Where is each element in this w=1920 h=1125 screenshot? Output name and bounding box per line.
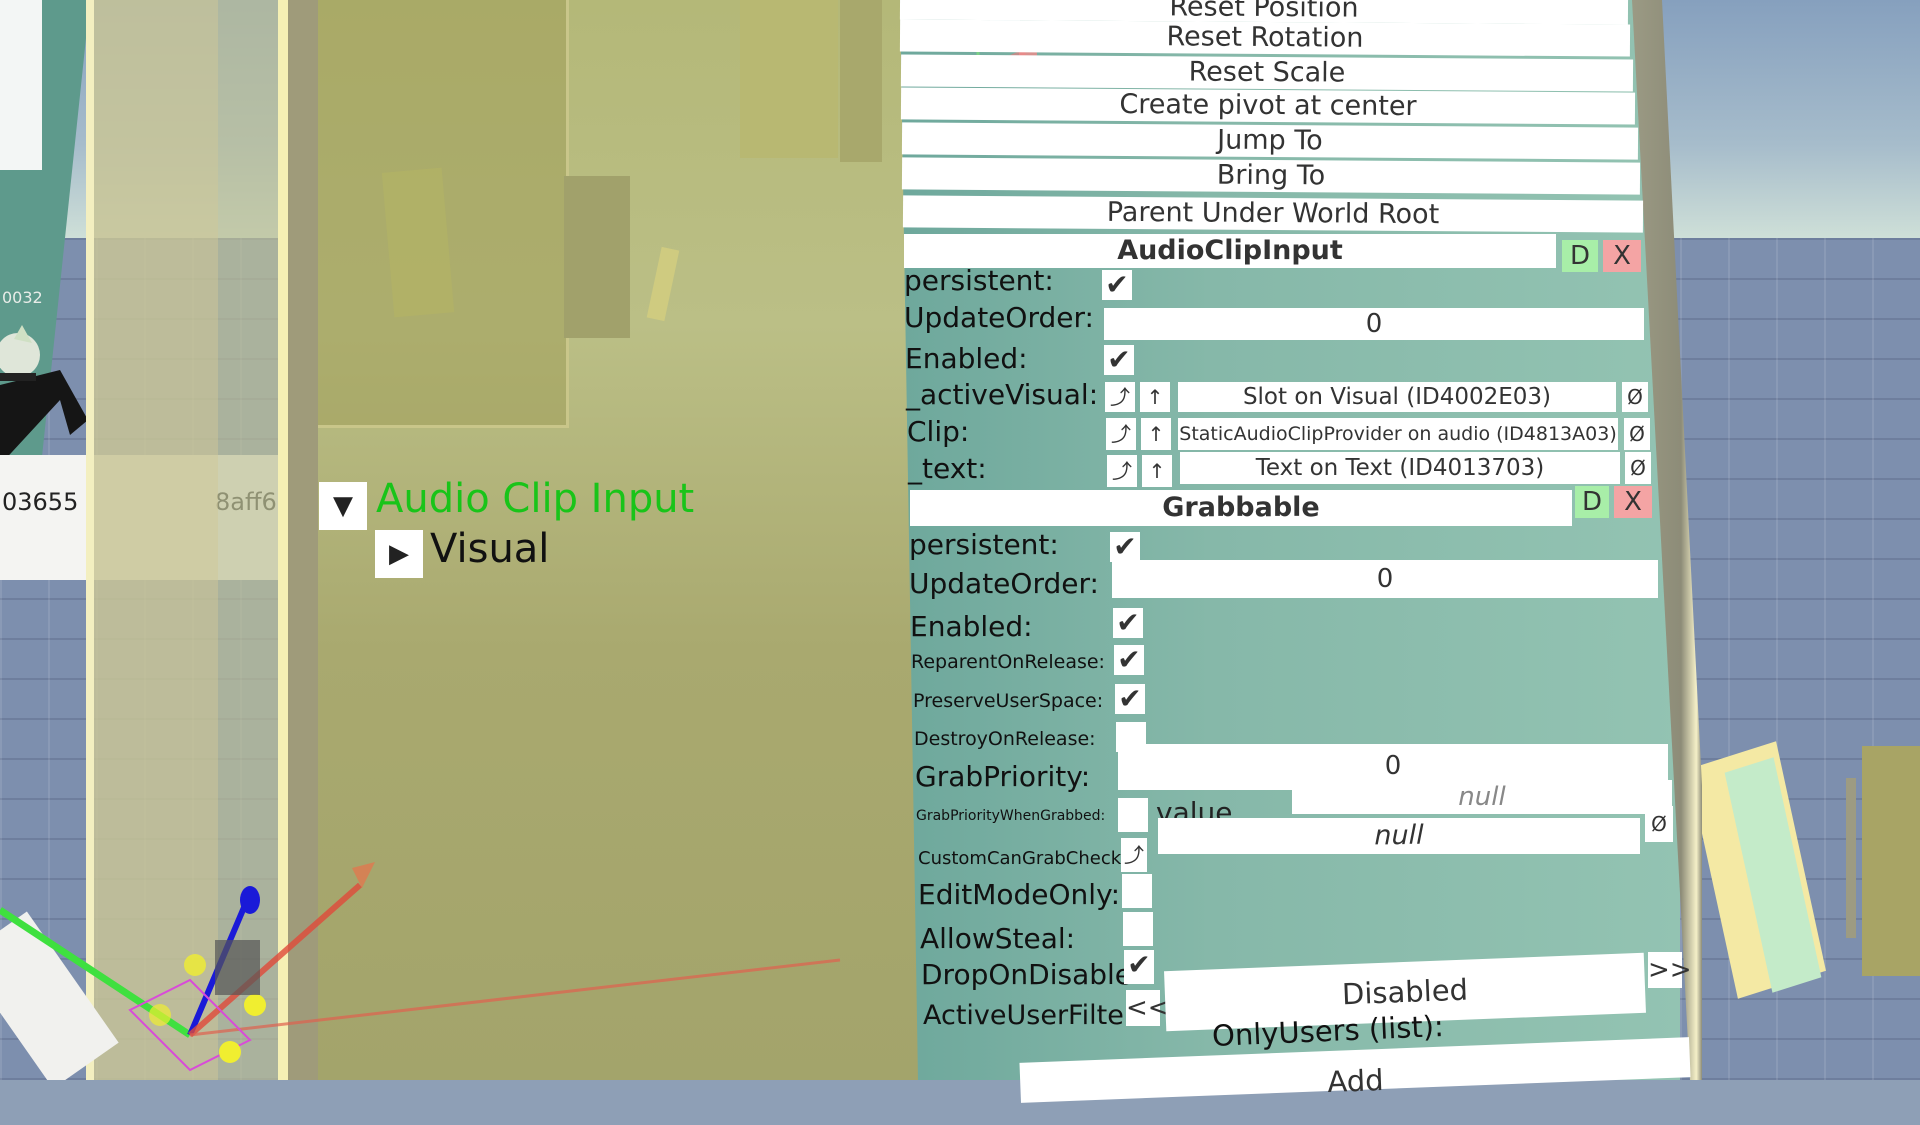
- bring-to-button[interactable]: Bring To: [901, 157, 1641, 195]
- editmodeonly-checkbox[interactable]: [1122, 874, 1152, 908]
- allowsteal-checkbox[interactable]: [1123, 912, 1153, 946]
- remove-component-button[interactable]: X: [1603, 240, 1641, 272]
- create-pivot-at-center-button[interactable]: Create pivot at center: [900, 87, 1636, 125]
- select-reference-button[interactable]: ↑: [1142, 455, 1172, 487]
- persistent-checkbox[interactable]: ✔: [1110, 532, 1140, 562]
- caret-down-icon: ▼: [333, 491, 353, 521]
- text-reference-field[interactable]: Text on Text (ID4013703): [1180, 452, 1620, 484]
- jump-to-reference-button[interactable]: ⤴: [1121, 838, 1147, 872]
- persistent-checkbox[interactable]: ✔: [1102, 270, 1132, 300]
- up-arrow-icon: ↑: [1146, 385, 1164, 409]
- component-header-audioclipinput: AudioClipInput: [904, 234, 1556, 268]
- clip-reference-field[interactable]: StaticAudioClipProvider on audio (ID4813…: [1178, 418, 1618, 450]
- field-label-enabled: Enabled:: [910, 610, 1033, 643]
- field-label-reparentonrelease: ReparentOnRelease:: [911, 651, 1105, 673]
- jump-to-reference-button[interactable]: ⤴: [1105, 382, 1135, 412]
- background-object: [840, 0, 882, 162]
- parent-under-world-root-button[interactable]: Parent Under World Root: [902, 195, 1644, 233]
- up-arrow-icon: ↑: [1147, 422, 1165, 446]
- clear-reference-button[interactable]: Ø: [1622, 382, 1648, 412]
- background-id-label: 0032: [2, 288, 43, 307]
- field-label-customcangrabcheck: CustomCanGrabCheck:: [918, 848, 1128, 869]
- reset-rotation-button[interactable]: Reset Rotation: [899, 19, 1631, 57]
- field-label-text: _text:: [908, 452, 987, 485]
- reparentonrelease-checkbox[interactable]: ✔: [1114, 645, 1144, 675]
- field-label-grabpriority: GrabPriority:: [915, 760, 1091, 793]
- preserveuserspace-checkbox[interactable]: ✔: [1115, 684, 1145, 714]
- null-icon: Ø: [1651, 812, 1667, 836]
- hierarchy-expand-toggle[interactable]: ▶: [375, 530, 423, 578]
- background-panel-header: [0, 0, 42, 170]
- jump-arrow-icon: ⤴: [1124, 843, 1144, 867]
- field-label-clip: Clip:: [907, 415, 970, 448]
- distant-panel: [1862, 746, 1920, 976]
- updateorder-input[interactable]: 0: [1112, 560, 1658, 598]
- field-label-updateorder: UpdateOrder:: [904, 301, 1094, 334]
- jump-arrow-icon: ⤴: [1112, 459, 1132, 483]
- jump-arrow-icon: ⤴: [1111, 422, 1131, 446]
- field-label-grabprioritywhengrabbed: GrabPriorityWhenGrabbed:: [916, 808, 1106, 824]
- select-reference-button[interactable]: ↑: [1141, 418, 1171, 450]
- transform-gizmo: [0, 862, 841, 1080]
- checkmark-icon: ✔: [1107, 343, 1131, 376]
- checkmark-icon: ✔: [1117, 643, 1141, 676]
- background-object: [740, 0, 838, 158]
- field-label-activeuserfilter: ActiveUserFilter:: [923, 1000, 1144, 1031]
- grabprioritywhengrabbed-checkbox[interactable]: [1118, 798, 1148, 832]
- background-object: [564, 176, 630, 338]
- field-label-activevisual: _activeVisual:: [906, 378, 1099, 411]
- checkmark-icon: ✔: [1116, 606, 1140, 639]
- jump-to-reference-button[interactable]: ⤴: [1106, 418, 1136, 450]
- checkmark-icon: ✔: [1113, 530, 1137, 563]
- caret-right-icon: ▶: [389, 539, 409, 569]
- field-label-droponDisable: DropOnDisable:: [921, 958, 1142, 991]
- duplicate-component-button[interactable]: D: [1575, 486, 1609, 518]
- reset-scale-button[interactable]: Reset Scale: [900, 54, 1634, 92]
- checkmark-icon: ✔: [1118, 682, 1142, 715]
- updateorder-input[interactable]: 0: [1104, 308, 1644, 340]
- activevisual-reference-field[interactable]: Slot on Visual (ID4002E03): [1178, 382, 1616, 412]
- checkmark-icon: ✔: [1127, 948, 1151, 981]
- jump-to-reference-button[interactable]: ⤴: [1107, 455, 1137, 487]
- background-id-label: 03655: [2, 488, 79, 516]
- null-icon: Ø: [1627, 385, 1643, 409]
- null-icon: Ø: [1629, 422, 1645, 446]
- background-object: [381, 167, 455, 318]
- dropondisable-checkbox[interactable]: ✔: [1124, 950, 1154, 984]
- jump-to-button[interactable]: Jump To: [901, 122, 1639, 160]
- hierarchy-expand-toggle[interactable]: ▼: [319, 482, 367, 530]
- hierarchy-item-audio-clip-input[interactable]: Audio Clip Input: [376, 476, 694, 522]
- field-label-allowsteal: AllowSteal:: [920, 922, 1076, 955]
- hierarchy-item-visual[interactable]: Visual: [430, 526, 549, 572]
- enum-next-button[interactable]: >>: [1648, 952, 1692, 988]
- enum-previous-button[interactable]: <<: [1126, 990, 1170, 1026]
- field-label-persistent: persistent:: [909, 528, 1059, 561]
- field-label-destroyonrelease: DestroyOnRelease:: [914, 728, 1096, 750]
- enabled-checkbox[interactable]: ✔: [1104, 345, 1134, 375]
- field-label-editmodeonly: EditModeOnly:: [918, 878, 1121, 911]
- grabprioritywhengrabbed-value-input[interactable]: null: [1292, 780, 1672, 814]
- checkmark-icon: ✔: [1105, 268, 1129, 301]
- null-icon: Ø: [1630, 456, 1646, 480]
- jump-arrow-icon: ⤴: [1110, 385, 1130, 409]
- remove-component-button[interactable]: X: [1614, 486, 1652, 518]
- component-header-grabbable: Grabbable: [910, 490, 1572, 526]
- clear-reference-button[interactable]: Ø: [1625, 452, 1651, 484]
- distant-object: [1846, 778, 1856, 938]
- duplicate-component-button[interactable]: D: [1562, 240, 1598, 272]
- clear-reference-button[interactable]: Ø: [1645, 806, 1673, 842]
- field-label-persistent: persistent:: [904, 264, 1054, 297]
- field-label-enabled: Enabled:: [905, 342, 1028, 375]
- select-reference-button[interactable]: ↑: [1140, 382, 1170, 412]
- clear-reference-button[interactable]: Ø: [1624, 418, 1650, 450]
- up-arrow-icon: ↑: [1148, 459, 1166, 483]
- field-label-preserveuserspace: PreserveUserSpace:: [913, 690, 1104, 712]
- customcangrabcheck-delegate-field[interactable]: null: [1158, 818, 1640, 854]
- avatar: [0, 325, 88, 465]
- field-label-updateorder: UpdateOrder:: [909, 567, 1099, 600]
- enabled-checkbox[interactable]: ✔: [1113, 608, 1143, 638]
